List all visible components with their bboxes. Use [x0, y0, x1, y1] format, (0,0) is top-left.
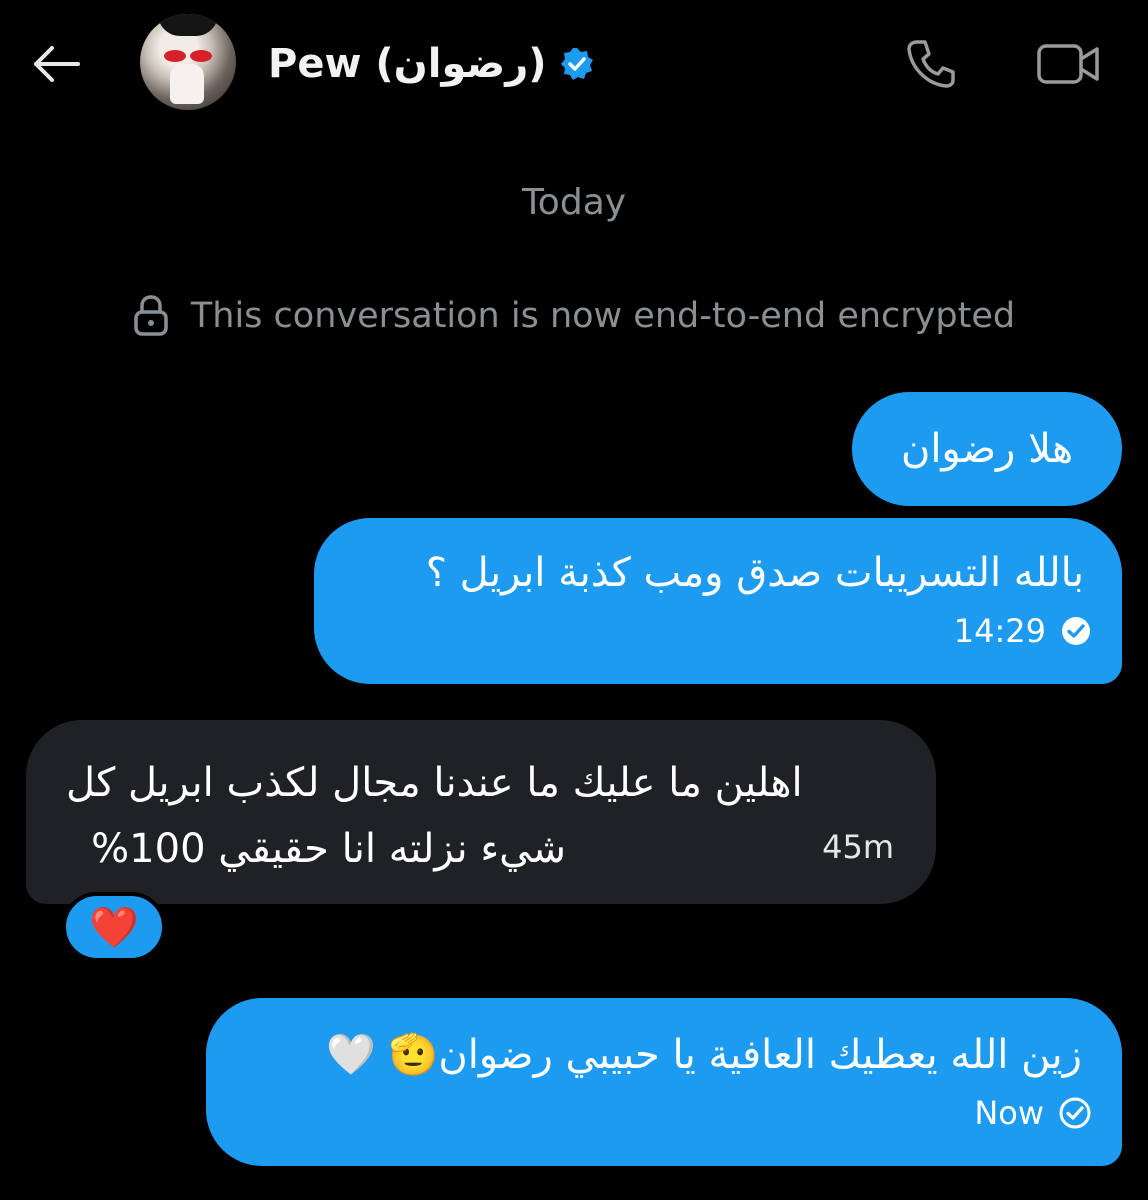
conversation-title[interactable]: Pew (رضوان) [268, 38, 595, 90]
message-timestamp: 14:29 [953, 612, 1046, 650]
sent-check-icon [1062, 617, 1090, 645]
message-timestamp: Now [974, 1094, 1044, 1132]
message-meta: Now [974, 1082, 1092, 1144]
encryption-notice: This conversation is now end-to-end encr… [0, 292, 1148, 340]
encryption-notice-text: This conversation is now end-to-end encr… [190, 296, 1016, 336]
video-camera-icon [1037, 44, 1099, 84]
message-bubble-outgoing[interactable]: بالله التسريبات صدق ومب كذبة ابريل ؟ 14:… [314, 518, 1122, 684]
arrow-left-icon [34, 46, 80, 82]
video-call-button[interactable] [1034, 36, 1102, 92]
phone-icon [907, 40, 955, 88]
message-bubble-outgoing[interactable]: زين الله يعطيك العافية يا حبيبي رضوان🫡 🤍… [206, 998, 1122, 1166]
sent-check-icon [1059, 1097, 1091, 1129]
message-text-line-1: اهلين ما عليك ما عندنا مجال لكذب ابريل ك… [66, 760, 803, 806]
message-text: بالله التسريبات صدق ومب كذبة ابريل ؟ [425, 550, 1084, 596]
message-text: هلا رضوان [900, 426, 1074, 472]
back-button[interactable] [28, 36, 84, 92]
contact-name: Pew (رضوان) [268, 41, 547, 87]
message-timestamp: 45m [822, 828, 894, 866]
message-text-line-2: شيء نزلته انا حقيقي 100% [91, 826, 566, 872]
message-meta: 14:29 [954, 600, 1092, 662]
verified-badge-icon [560, 48, 593, 80]
avatar[interactable] [140, 14, 236, 110]
heart-icon: ❤️ [89, 904, 139, 951]
message-bubble-incoming[interactable]: اهلين ما عليك ما عندنا مجال لكذب ابريل ك… [26, 720, 936, 904]
lock-icon [134, 295, 168, 336]
message-bubble-outgoing[interactable]: هلا رضوان [852, 392, 1122, 506]
date-separator: Today [521, 182, 627, 223]
message-text: زين الله يعطيك العافية يا حبيبي رضوان🫡 🤍 [326, 1032, 1082, 1078]
heart-reaction[interactable]: ❤️ [62, 892, 166, 962]
dm-conversation-screen: Pew (رضوان) Today This conversation is n… [0, 0, 1148, 1200]
message-meta: 45m [822, 816, 894, 878]
voice-call-button[interactable] [900, 36, 962, 92]
